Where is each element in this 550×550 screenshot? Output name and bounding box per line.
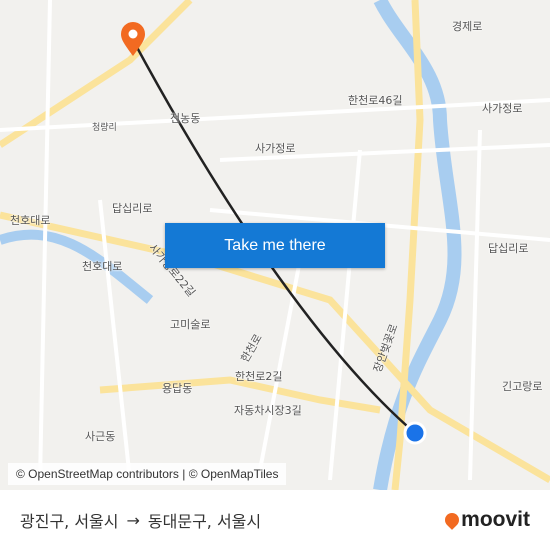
brand-name: moovit [461,508,530,531]
map-label: 답십리로 [488,242,529,255]
map-label: 사가정로 [482,102,523,115]
map-label: 답십리로 [112,202,153,215]
destination-dot-icon [403,421,427,445]
moovit-pin-icon [442,510,463,530]
map-label: 천호대로 [10,214,51,227]
map-label: 전농동 [170,112,201,125]
map-label: 한천로2길 [235,370,283,383]
origin-label: 광진구, 서울시 [20,512,119,531]
map[interactable]: 경제로 한천로46길 사가정로 전농동 사가정로 답십리로 천호대로 천호대로 … [0,0,550,490]
map-label: 사근동 [85,430,116,443]
moovit-logo: moovit [442,508,530,532]
map-label: 고미술로 [170,318,211,331]
map-label: 경제로 [452,20,483,33]
map-label: 자동차시장3길 [234,404,302,417]
map-label: 긴고랑로 [502,380,543,393]
map-label: 용답동 [162,382,193,395]
map-label: 천호대로 [82,260,123,273]
take-me-there-button[interactable]: Take me there [165,223,385,268]
map-attribution[interactable]: © OpenStreetMap contributors | © OpenMap… [8,463,287,485]
map-label: 사가정로 [255,142,296,155]
map-label: 청량리 [92,123,117,133]
arrow-right-icon: → [126,510,140,530]
destination-label: 동대문구, 서울시 [147,512,262,531]
map-label: 한천로46길 [348,94,403,107]
